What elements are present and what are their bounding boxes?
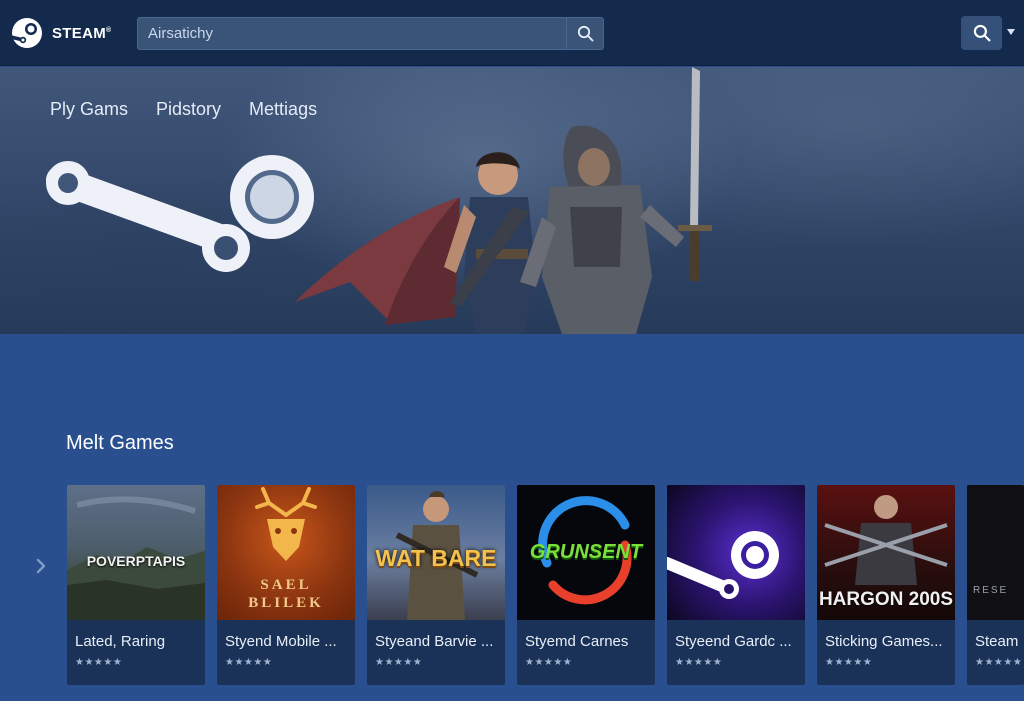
game-thumbnail: POVERPTAPIS [67, 485, 205, 620]
hero-characters-illustration [295, 67, 712, 334]
game-card[interactable]: Styeend Gardc ... ★★★★★ [667, 485, 805, 685]
game-title: Styeand Barvie ... [375, 633, 494, 650]
thumbnail-title: RESE [973, 585, 1009, 596]
trademark-mark: ® [106, 26, 112, 34]
rating-stars: ★★★★★ [75, 657, 123, 668]
game-thumbnail [667, 485, 805, 620]
game-title: Styemd Carnes [525, 633, 629, 650]
caret-down-icon [1007, 29, 1015, 35]
game-thumbnail: RESE [967, 485, 1024, 620]
rating-stars: ★★★★★ [525, 657, 573, 668]
game-title: Styeend Gardc ... [675, 633, 792, 650]
search-icon [973, 24, 990, 42]
game-title: Sticking Games... [825, 633, 943, 650]
carousel-prev-button[interactable] [34, 556, 48, 576]
game-title: Lated, Raring [75, 633, 166, 650]
brand-name: STEAM® [52, 24, 112, 42]
thumbnail-title: SAEL [260, 577, 312, 593]
game-card[interactable]: POVERPTAPIS Lated, Raring ★★★★★ [67, 485, 205, 685]
game-thumbnail: GRUNSENT [517, 485, 655, 620]
hero-nav-item-history[interactable]: Pidstory [156, 99, 221, 120]
thumbnail-title: HARGON 200S [818, 589, 954, 610]
steam-logo-icon [667, 531, 779, 599]
game-card[interactable]: HARGON 200S Sticking Games... ★★★★★ [817, 485, 955, 685]
thumbnail-title: WAT BARE [375, 545, 497, 571]
thumbnail-title: POVERPTAPIS [86, 553, 186, 569]
game-thumbnail: SAEL BLILEK [217, 485, 355, 620]
game-title: Steam [975, 633, 1019, 650]
section-title: Melt Games [66, 432, 174, 454]
hero-nav: Ply Gams Pidstory Mettiags [50, 99, 317, 120]
game-card[interactable]: WAT BARE Styeand Barvie ... ★★★★★ [367, 485, 505, 685]
game-card[interactable]: SAEL BLILEK Styend Mobile ... ★★★★★ [217, 485, 355, 685]
top-bar: STEAM® [0, 0, 1024, 66]
thumbnail-title: GRUNSENT [529, 541, 643, 563]
search-button[interactable] [566, 17, 604, 50]
global-search-button[interactable] [961, 16, 1002, 50]
game-thumbnail: HARGON 200S [817, 485, 955, 620]
game-title: Styend Mobile ... [225, 633, 337, 650]
rating-stars: ★★★★★ [675, 657, 723, 668]
rating-stars: ★★★★★ [375, 657, 423, 668]
game-card[interactable]: GRUNSENT Styemd Carnes ★★★★★ [517, 485, 655, 685]
search-input[interactable] [137, 17, 566, 50]
thumbnail-subtitle: BLILEK [248, 595, 324, 611]
brand[interactable]: STEAM® [8, 16, 111, 50]
hero-banner: Ply Gams Pidstory Mettiags [0, 67, 1024, 334]
rating-stars: ★★★★★ [225, 657, 273, 668]
game-thumbnail: WAT BARE [367, 485, 505, 620]
rating-stars: ★★★★★ [975, 657, 1023, 668]
chevron-right-icon [36, 558, 46, 574]
rating-stars: ★★★★★ [825, 657, 873, 668]
game-card[interactable]: RESE Steam ★★★★★ [967, 485, 1024, 685]
steam-logo-icon [9, 18, 42, 48]
hero-nav-item-play-games[interactable]: Ply Gams [50, 99, 128, 120]
account-dropdown[interactable] [1006, 26, 1016, 38]
search-icon [577, 25, 593, 42]
